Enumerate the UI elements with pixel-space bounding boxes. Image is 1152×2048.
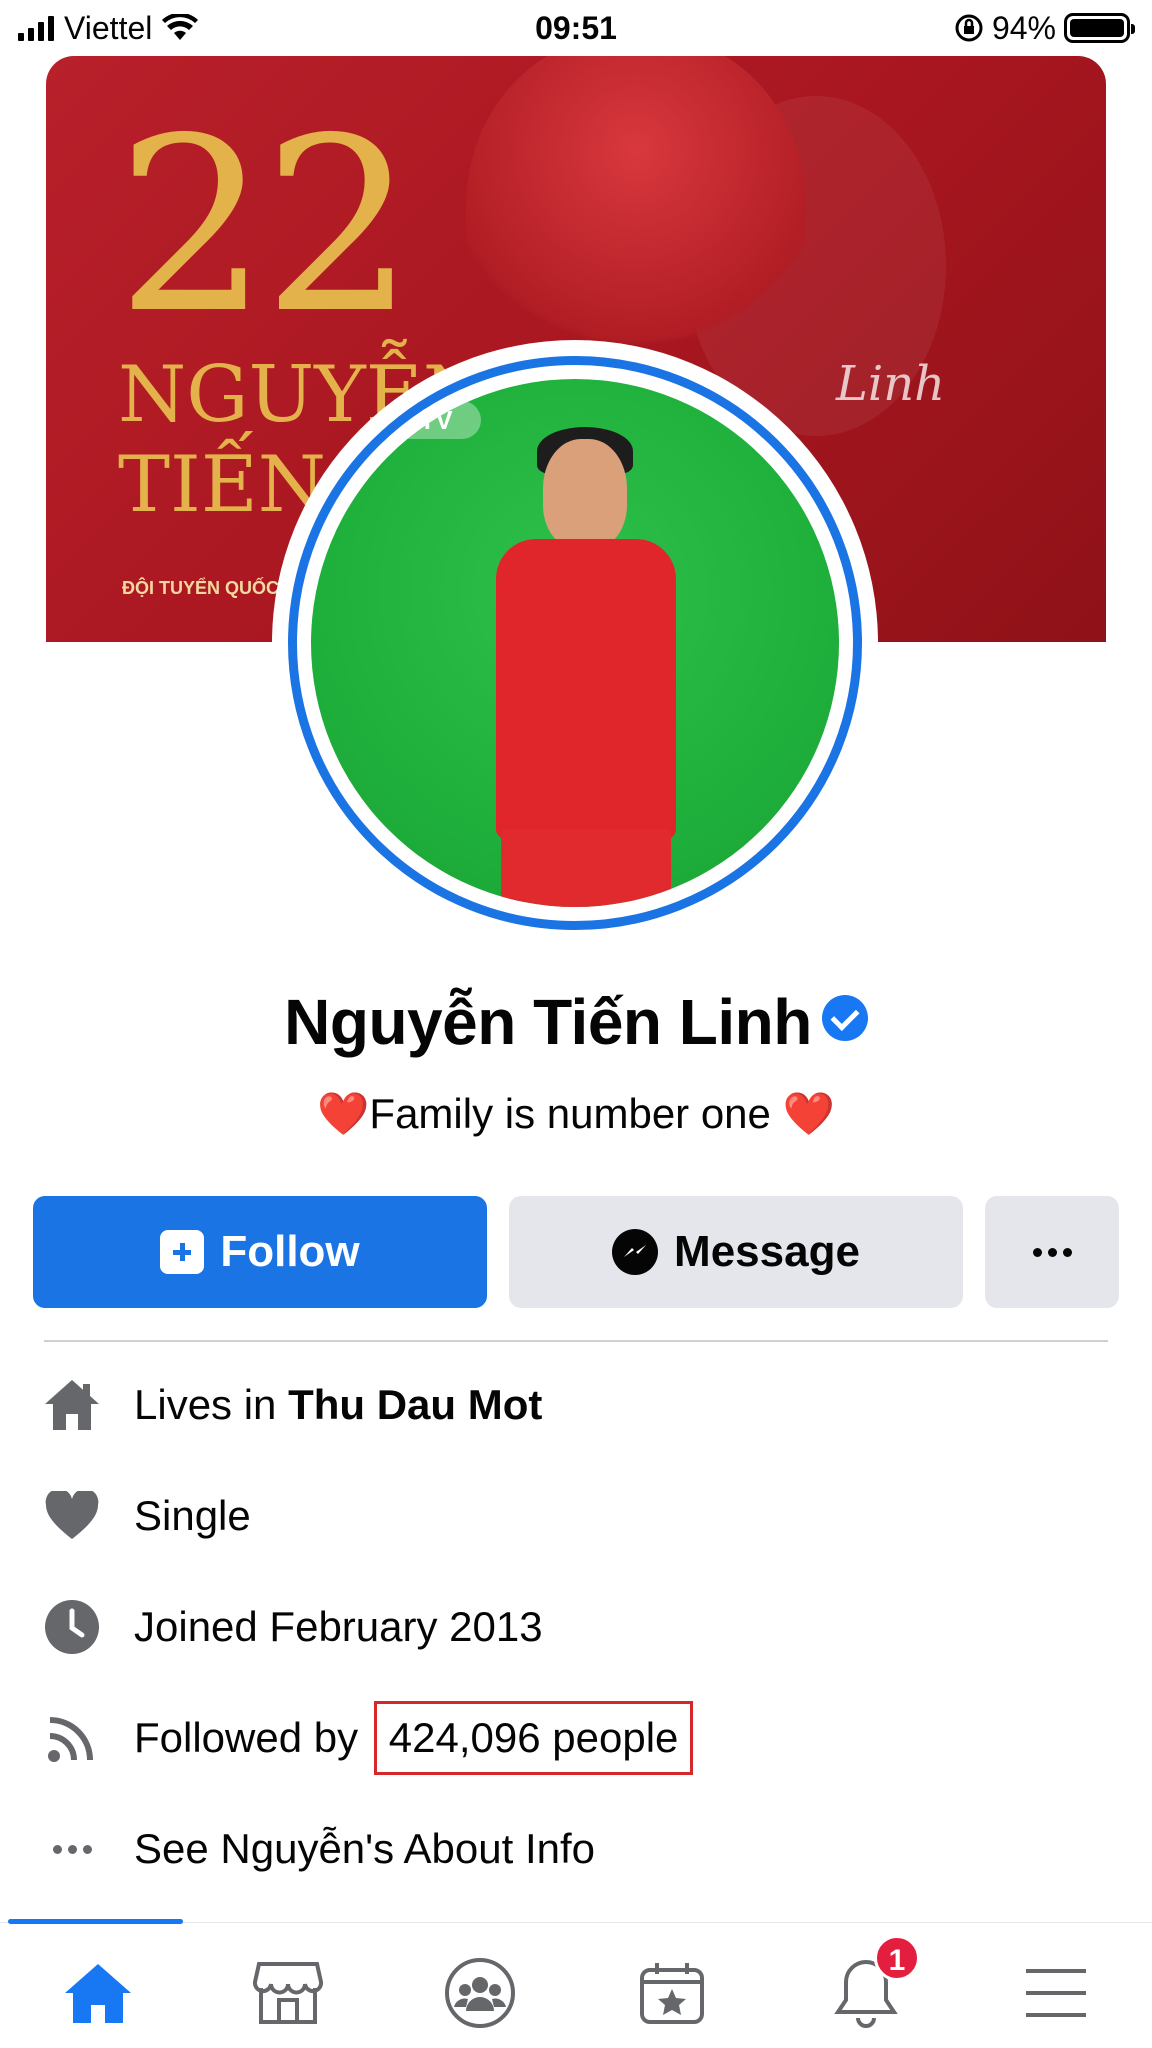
about-link[interactable]: See Nguyễn's About Info xyxy=(134,1825,595,1873)
rss-icon xyxy=(40,1706,104,1770)
menu-icon xyxy=(1026,1969,1086,2017)
lives-prefix: Lives in xyxy=(134,1381,289,1428)
info-joined: Joined February 2013 xyxy=(40,1572,1120,1682)
follow-label: Follow xyxy=(220,1227,360,1276)
info-followers: Followed by 424,096 people xyxy=(40,1683,1120,1793)
ellipsis-icon xyxy=(1032,1247,1072,1257)
status-right: 94% xyxy=(954,9,1135,46)
verified-badge-icon xyxy=(821,995,868,1041)
avatar-head xyxy=(543,439,627,549)
profile-name: Nguyễn Tiến Linh xyxy=(284,986,812,1058)
more-dots-icon xyxy=(40,1817,104,1881)
followers-count-highlight[interactable]: 424,096 people xyxy=(373,1701,694,1775)
tab-pages[interactable] xyxy=(632,1953,712,2033)
tab-groups[interactable] xyxy=(440,1953,520,2033)
cover-number: 22 xyxy=(116,86,415,366)
joined-text: Joined February 2013 xyxy=(134,1603,543,1650)
rotation-lock-icon xyxy=(955,14,983,42)
active-tab-indicator xyxy=(8,1919,183,1924)
battery-percent: 94% xyxy=(991,9,1056,46)
info-relationship: Single xyxy=(40,1461,1120,1571)
tab-marketplace[interactable] xyxy=(248,1953,328,2033)
tab-home[interactable] xyxy=(58,1953,138,2033)
follow-button[interactable]: Follow xyxy=(33,1196,487,1308)
divider xyxy=(44,1340,1108,1342)
info-lives-in: Lives in Thu Dau Mot xyxy=(40,1350,1120,1460)
clock-icon xyxy=(40,1595,104,1659)
tab-notifications[interactable]: 1 xyxy=(826,1935,920,2033)
message-label: Message xyxy=(674,1227,860,1276)
follow-plus-icon xyxy=(160,1230,205,1274)
cover-caption: ĐỘI TUYỂN QUỐC G xyxy=(122,578,299,598)
info-about[interactable]: See Nguyễn's About Info xyxy=(40,1794,1120,1904)
more-options-button[interactable] xyxy=(985,1196,1119,1308)
lives-place-link[interactable]: Thu Dau Mot xyxy=(288,1381,542,1428)
avatar-jersey xyxy=(496,539,676,839)
notification-badge: 1 xyxy=(874,1935,920,1981)
followed-prefix: Followed by xyxy=(134,1714,370,1761)
messenger-icon xyxy=(612,1229,659,1275)
story-ring: TV xyxy=(288,356,862,930)
marketplace-icon xyxy=(253,1962,323,2024)
bottom-tab-bar: 1 xyxy=(0,1919,1152,2048)
pages-icon xyxy=(640,1963,704,2024)
message-button[interactable]: Message xyxy=(509,1196,963,1308)
heart-icon xyxy=(40,1484,104,1548)
avatar-shorts xyxy=(501,829,671,907)
avatar-logo: TV xyxy=(391,401,481,439)
profile-avatar[interactable]: TV xyxy=(272,340,878,946)
tab-menu[interactable] xyxy=(1016,1953,1096,2033)
groups-icon xyxy=(445,1958,515,2028)
status-bar: Viettel 09:51 94% xyxy=(0,0,1152,56)
avatar-photo: TV xyxy=(311,379,839,907)
home-icon xyxy=(40,1373,104,1437)
profile-name-row: Nguyễn Tiến Linh xyxy=(0,985,1152,1059)
profile-bio: ❤️Family is number one ❤️ xyxy=(317,1090,835,1137)
cover-signature: Linh xyxy=(836,356,946,412)
battery-icon xyxy=(1064,13,1135,43)
home-icon xyxy=(65,1964,131,2023)
relationship-text: Single xyxy=(134,1492,251,1539)
